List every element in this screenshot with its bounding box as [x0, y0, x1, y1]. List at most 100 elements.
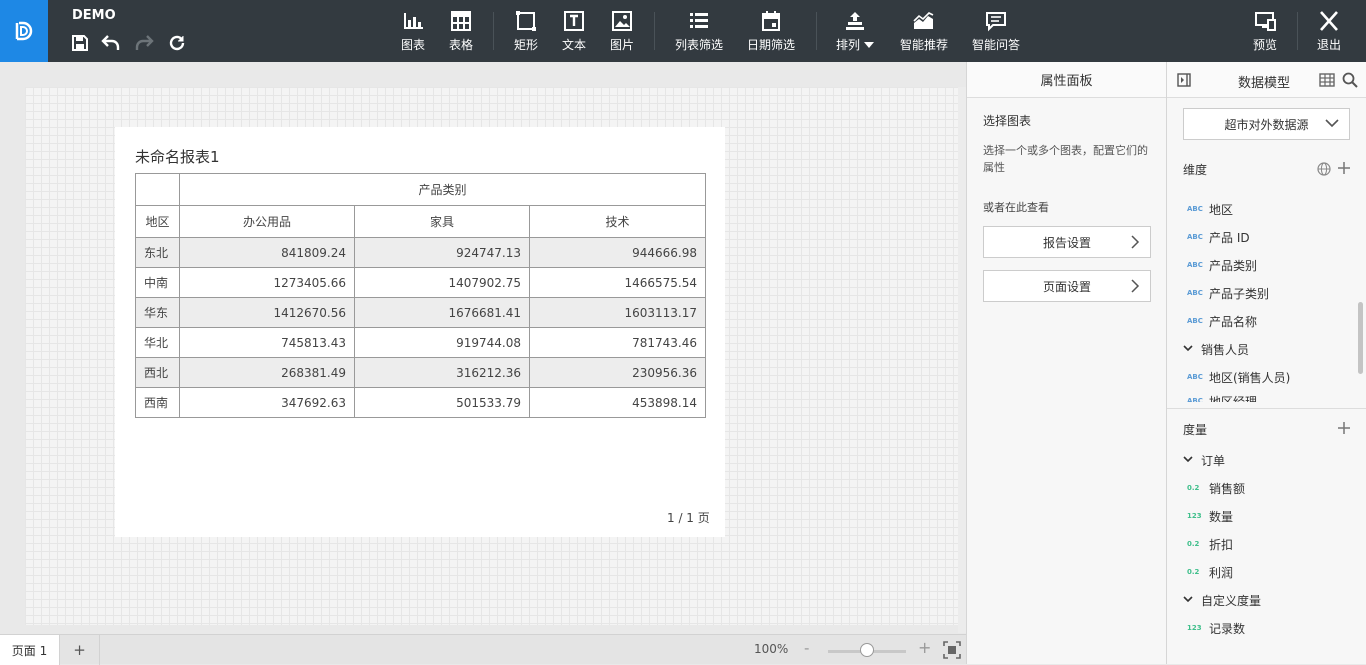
text-type-icon: ABC: [1187, 373, 1203, 381]
table-header-cell: 家具: [354, 205, 530, 238]
toolbar-recommend-button[interactable]: 智能推荐: [900, 10, 948, 54]
zoom-in-button[interactable]: +: [918, 638, 931, 657]
dimension-list: ABC 地区 ABC 产品 ID ABC 产品类别 ABC 产品子类别 ABC 产品名称 …: [1167, 184, 1357, 402]
table-header-corner: [135, 173, 180, 206]
datasource-select[interactable]: 超市对外数据源: [1183, 108, 1350, 140]
add-measure-icon[interactable]: [1337, 421, 1351, 435]
toolbar-arrange-button[interactable]: 排列: [836, 10, 874, 54]
toolbar-chart-button[interactable]: 图表: [401, 10, 425, 54]
close-icon: [1320, 11, 1338, 31]
zoom-out-button[interactable]: -: [804, 639, 809, 657]
app-title: DEMO: [72, 8, 116, 23]
caret-down-icon: [863, 42, 874, 48]
chevron-down-icon: [1325, 119, 1339, 128]
measure-group[interactable]: 自定义度量: [1183, 591, 1261, 609]
property-panel: 属性面板 选择图表 选择一个或多个图表，配置它们的属性 或者在此查看 报告设置 …: [966, 62, 1167, 664]
data-model-title: 数据模型: [1238, 76, 1291, 91]
measure-item[interactable]: 0.2 折扣: [1187, 535, 1233, 553]
toolbar-table-button[interactable]: 表格: [449, 10, 473, 54]
dimension-item[interactable]: ABC 地区(销售人员): [1187, 368, 1290, 386]
integer-type-icon: 123: [1187, 512, 1202, 520]
logo-icon: [15, 21, 33, 41]
dimension-item[interactable]: ABC 地区: [1187, 200, 1233, 218]
app-logo[interactable]: [0, 0, 48, 62]
image-icon: [612, 11, 632, 31]
chevron-down-icon: [1183, 596, 1201, 604]
collapse-panel-icon[interactable]: [1177, 73, 1191, 87]
measure-item[interactable]: 123 数量: [1187, 507, 1233, 525]
add-page-button[interactable]: +: [60, 635, 100, 665]
report-settings-button[interactable]: 报告设置: [983, 226, 1151, 258]
fit-screen-icon[interactable]: [943, 641, 961, 659]
property-panel-subtitle: 选择图表: [983, 114, 1032, 128]
chevron-down-icon: [1183, 456, 1201, 464]
table-header-cell: 技术: [529, 205, 706, 238]
dimension-item[interactable]: ABC 产品类别: [1187, 256, 1257, 274]
toolbar-image-button[interactable]: 图片: [610, 10, 634, 54]
table-row: 西南 347692.63 501533.79 453898.14: [135, 387, 706, 418]
toolbar-divider: [816, 12, 817, 50]
table-cell: 944666.98: [529, 237, 706, 268]
measure-item[interactable]: 0.2 利润: [1187, 563, 1233, 581]
toolbar-divider: [1297, 12, 1298, 50]
table-view-icon[interactable]: [1319, 72, 1335, 88]
zoom-slider-thumb[interactable]: [860, 643, 874, 657]
model-scrollbar[interactable]: [1358, 302, 1363, 374]
page-number: 1 / 1 页: [667, 511, 710, 525]
report-table[interactable]: 产品类别 地区 办公用品 家具 技术 东北 841809.24 924747.1…: [135, 173, 706, 418]
globe-icon[interactable]: [1317, 162, 1331, 176]
arrange-icon: [845, 12, 864, 30]
property-panel-or-text: 或者在此查看: [983, 201, 1049, 214]
dimension-item[interactable]: ABC 产品子类别: [1187, 284, 1269, 302]
report-title[interactable]: 未命名报表1: [135, 146, 220, 167]
table-cell: 924747.13: [354, 237, 530, 268]
table-cell: 华东: [135, 297, 180, 328]
measure-item[interactable]: 0.2 销售额: [1187, 479, 1245, 497]
toolbar-listfilter-button[interactable]: 列表筛选: [675, 10, 723, 54]
toolbar-text-button[interactable]: 文本: [562, 10, 586, 54]
text-type-icon: ABC: [1187, 397, 1203, 402]
table-cell: 1412670.56: [179, 297, 355, 328]
add-dimension-icon[interactable]: [1337, 161, 1351, 175]
table-cell: 347692.63: [179, 387, 355, 418]
rectangle-icon: [516, 11, 536, 31]
dimension-item[interactable]: ABC 地区经理: [1187, 392, 1257, 403]
table-header-category: 产品类别: [179, 173, 706, 206]
table-cell: 230956.36: [529, 357, 706, 388]
table-cell: 东北: [135, 237, 180, 268]
undo-icon[interactable]: [100, 32, 122, 54]
table-row: 中南 1273405.66 1407902.75 1466575.54: [135, 267, 706, 298]
measure-group[interactable]: 订单: [1183, 451, 1225, 469]
redo-icon[interactable]: [133, 32, 155, 54]
dimension-group[interactable]: 销售人员: [1183, 340, 1249, 358]
page-tab-1[interactable]: 页面 1: [0, 635, 60, 665]
canvas-scrollbar[interactable]: [958, 87, 966, 633]
save-icon[interactable]: [69, 32, 91, 54]
toolbar-exit-button[interactable]: 退出: [1317, 10, 1341, 54]
page-settings-button[interactable]: 页面设置: [983, 270, 1151, 302]
decimal-type-icon: 0.2: [1187, 568, 1200, 576]
toolbar-preview-button[interactable]: 预览: [1253, 10, 1277, 54]
toolbar-divider: [654, 12, 655, 50]
dimension-item[interactable]: ABC 产品 ID: [1187, 228, 1250, 246]
measure-item[interactable]: 123 记录数: [1187, 619, 1245, 637]
table-cell: 中南: [135, 267, 180, 298]
preview-icon: [1255, 12, 1276, 31]
smart-chart-icon: [913, 12, 934, 29]
table-cell: 781743.46: [529, 327, 706, 358]
measure-section-title: 度量: [1183, 423, 1208, 437]
table-cell: 316212.36: [354, 357, 530, 388]
toolbar-datefilter-button[interactable]: 日期筛选: [747, 10, 795, 54]
refresh-icon[interactable]: [166, 32, 188, 54]
text-type-icon: ABC: [1187, 261, 1203, 269]
table-cell: 841809.24: [179, 237, 355, 268]
toolbar-qa-button[interactable]: 智能问答: [972, 10, 1020, 54]
data-model-header: 数据模型: [1167, 62, 1366, 98]
search-icon[interactable]: [1342, 72, 1358, 88]
data-model-panel: 数据模型 超市对外数据源 维度 ABC 地区 ABC 产品 ID ABC 产品类别 A…: [1167, 62, 1366, 664]
top-toolbar: DEMO 图表 表格 矩形 文本 图片 列表筛选 日期筛选 排列 智能推荐 智能…: [0, 0, 1366, 62]
dimension-item[interactable]: ABC 产品名称: [1187, 312, 1257, 330]
table-cell: 1407902.75: [354, 267, 530, 298]
toolbar-rect-button[interactable]: 矩形: [514, 10, 538, 54]
decimal-type-icon: 0.2: [1187, 484, 1200, 492]
